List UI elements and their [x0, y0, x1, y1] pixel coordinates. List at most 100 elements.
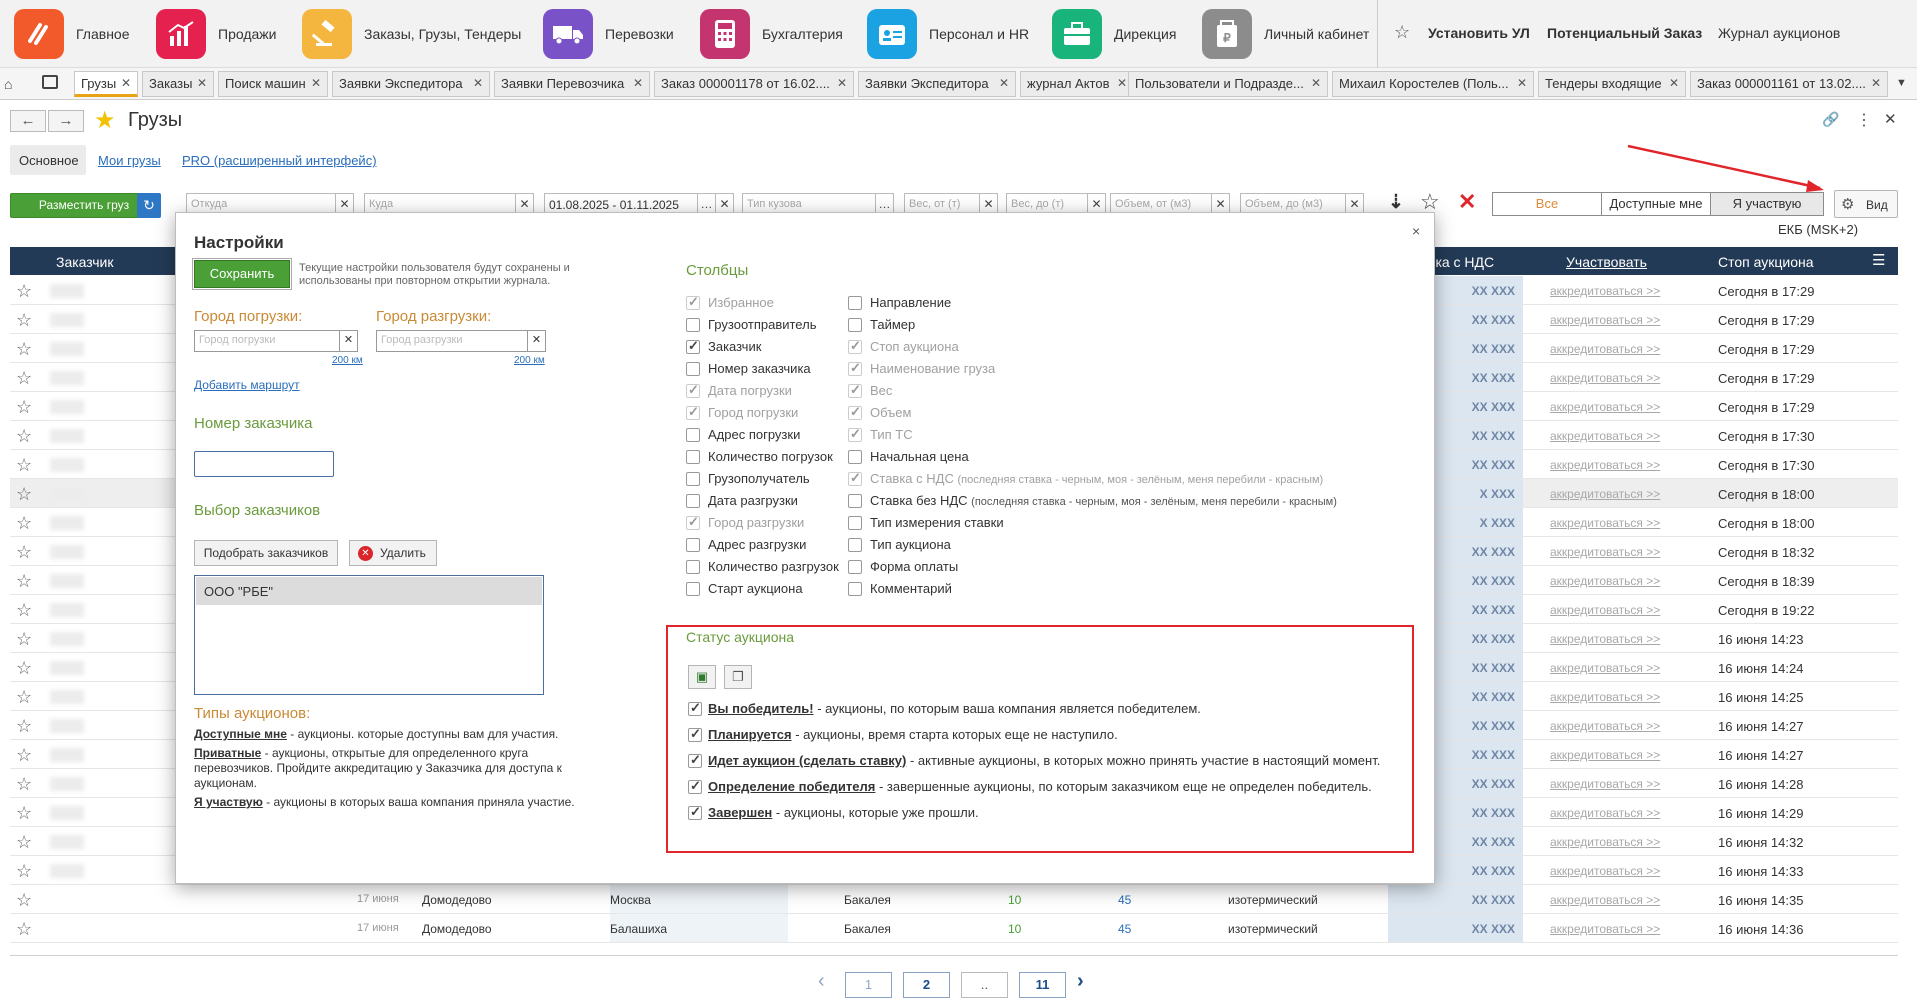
back-button[interactable]: ←	[10, 110, 46, 132]
status-name[interactable]: Завершен	[708, 805, 772, 820]
star-icon[interactable]: ☆	[16, 571, 32, 592]
status-name[interactable]: Планируется	[708, 727, 792, 742]
star-icon[interactable]: ☆	[16, 687, 32, 708]
column-checkbox[interactable]	[848, 494, 862, 508]
tab-forwarder-requests[interactable]: Заявки Экспедитора ✕	[332, 71, 490, 97]
page-2-button[interactable]: 2	[903, 972, 950, 998]
tab-cargo[interactable]: Грузы ✕	[74, 71, 138, 97]
column-customer[interactable]: Заказчик	[56, 254, 114, 270]
page-1-button[interactable]: 1	[845, 972, 892, 998]
close-icon[interactable]: ✕	[1884, 110, 1897, 128]
tab-orders[interactable]: Заказы ✕	[142, 71, 214, 97]
deselect-all-button[interactable]: ❐	[724, 665, 752, 689]
radius-unload-link[interactable]: 200 км	[514, 355, 545, 366]
star-icon[interactable]: ☆	[16, 832, 32, 853]
column-checkbox[interactable]	[848, 538, 862, 552]
accredit-link[interactable]: аккредитоваться >>	[1550, 284, 1660, 298]
clear-filters-icon[interactable]: ✕	[1458, 189, 1476, 215]
home-icon[interactable]: ⌂	[4, 76, 12, 92]
app-main[interactable]: Главное	[14, 8, 130, 60]
pick-customers-button[interactable]: Подобрать заказчиков	[194, 540, 338, 566]
refresh-icon[interactable]: ↻	[137, 193, 161, 218]
column-checkbox[interactable]	[848, 582, 862, 596]
clear-icon[interactable]: ✕	[527, 331, 545, 351]
city-unload-input[interactable]: Город разгрузки ✕	[376, 330, 546, 352]
more-icon[interactable]: ⋮	[1856, 110, 1872, 130]
clear-icon[interactable]: ✕	[339, 331, 357, 351]
column-checkbox[interactable]	[686, 362, 700, 376]
app-cabinet[interactable]: ₽ Личный кабинет	[1202, 8, 1369, 60]
column-rate-vat[interactable]: вка с НДС	[1428, 254, 1494, 270]
accredit-link[interactable]: аккредитоваться >>	[1550, 603, 1660, 617]
status-checkbox[interactable]	[688, 804, 702, 820]
accredit-link[interactable]: аккредитоваться >>	[1550, 777, 1660, 791]
app-accounting[interactable]: Бухгалтерия	[700, 8, 843, 60]
status-name[interactable]: Определение победителя	[708, 779, 875, 794]
star-icon[interactable]: ☆	[16, 368, 32, 389]
accredit-link[interactable]: аккредитоваться >>	[1550, 516, 1660, 530]
accredit-link[interactable]: аккредитоваться >>	[1550, 864, 1660, 878]
close-icon[interactable]: ✕	[197, 76, 207, 90]
close-icon[interactable]: ✕	[473, 76, 483, 90]
accredit-link[interactable]: аккредитоваться >>	[1550, 313, 1660, 327]
close-icon[interactable]: ✕	[1311, 76, 1321, 90]
tab-user-profile[interactable]: Михаил Коростелев (Поль... ✕	[1332, 71, 1534, 97]
type-name[interactable]: Я участвую	[194, 795, 263, 809]
columns-menu-icon[interactable]: ☰	[1872, 251, 1885, 269]
status-checkbox[interactable]	[688, 778, 702, 794]
view-button[interactable]: ⚙ Вид	[1834, 190, 1898, 218]
chat-icon[interactable]	[42, 75, 58, 89]
accredit-link[interactable]: аккредитоваться >>	[1550, 893, 1660, 907]
status-name[interactable]: Идет аукцион (сделать ставку)	[708, 753, 906, 768]
close-icon[interactable]: ✕	[837, 76, 847, 90]
column-checkbox[interactable]	[848, 560, 862, 574]
potential-order-link[interactable]: Потенциальный Заказ	[1547, 25, 1702, 41]
link-icon[interactable]: 🔗	[1822, 111, 1839, 128]
accredit-link[interactable]: аккредитоваться >>	[1550, 719, 1660, 733]
column-checkbox[interactable]	[848, 296, 862, 310]
accredit-link[interactable]: аккредитоваться >>	[1550, 748, 1660, 762]
star-icon[interactable]: ☆	[16, 716, 32, 737]
star-icon[interactable]: ☆	[16, 658, 32, 679]
star-icon[interactable]: ☆	[16, 890, 32, 911]
star-icon[interactable]: ☆	[16, 484, 32, 505]
star-icon[interactable]: ☆	[16, 600, 32, 621]
page-11-button[interactable]: 11	[1019, 972, 1066, 998]
tab-acts-journal[interactable]: журнал Актов ✕	[1020, 71, 1134, 97]
column-checkbox[interactable]	[686, 338, 700, 354]
star-icon[interactable]: ☆	[16, 861, 32, 882]
column-checkbox[interactable]	[686, 560, 700, 574]
sort-icon[interactable]: ⇣	[1388, 191, 1404, 214]
column-checkbox[interactable]	[848, 318, 862, 332]
accredit-link[interactable]: аккредитоваться >>	[1550, 371, 1660, 385]
accredit-link[interactable]: аккредитоваться >>	[1550, 661, 1660, 675]
delete-button[interactable]: ✕ Удалить	[349, 540, 437, 566]
column-participate[interactable]: Участвовать	[1566, 254, 1647, 270]
star-icon[interactable]: ☆	[16, 542, 32, 563]
tab-order-1178[interactable]: Заказ 000001178 от 16.02.... ✕	[654, 71, 854, 97]
auction-journal-link[interactable]: Журнал аукционов	[1718, 25, 1840, 41]
accredit-link[interactable]: аккредитоваться >>	[1550, 342, 1660, 356]
close-icon[interactable]: ✕	[1517, 76, 1527, 90]
accredit-link[interactable]: аккредитоваться >>	[1550, 690, 1660, 704]
prev-page-icon[interactable]: ‹	[818, 970, 825, 993]
status-checkbox[interactable]	[688, 752, 702, 768]
close-icon[interactable]: ✕	[1117, 76, 1127, 90]
type-name[interactable]: Доступные мне	[194, 727, 287, 741]
list-item[interactable]: ООО "РБЕ"	[196, 577, 542, 605]
next-page-icon[interactable]: ›	[1077, 970, 1084, 993]
accredit-link[interactable]: аккредитоваться >>	[1550, 632, 1660, 646]
column-checkbox[interactable]	[686, 582, 700, 596]
app-direction[interactable]: Дирекция	[1052, 8, 1176, 60]
table-row[interactable]: ☆ 17 июня Домодедово Москва Бакалея 10 45 изоте…	[10, 885, 1898, 914]
tab-my-cargo[interactable]: Мои грузы	[98, 153, 161, 168]
status-checkbox[interactable]	[688, 700, 702, 716]
tab-order-1161[interactable]: Заказ 000001161 от 13.02.... ✕	[1690, 71, 1888, 97]
column-checkbox[interactable]	[686, 494, 700, 508]
column-checkbox[interactable]	[686, 428, 700, 442]
tab-forwarder-requests-2[interactable]: Заявки Экспедитора ✕	[858, 71, 1016, 97]
column-auction-stop[interactable]: Стоп аукциона	[1718, 254, 1814, 270]
place-cargo-button[interactable]: Разместить груз	[10, 193, 158, 218]
app-hr[interactable]: Персонал и HR	[867, 8, 1029, 60]
star-icon[interactable]: ☆	[1394, 22, 1410, 43]
